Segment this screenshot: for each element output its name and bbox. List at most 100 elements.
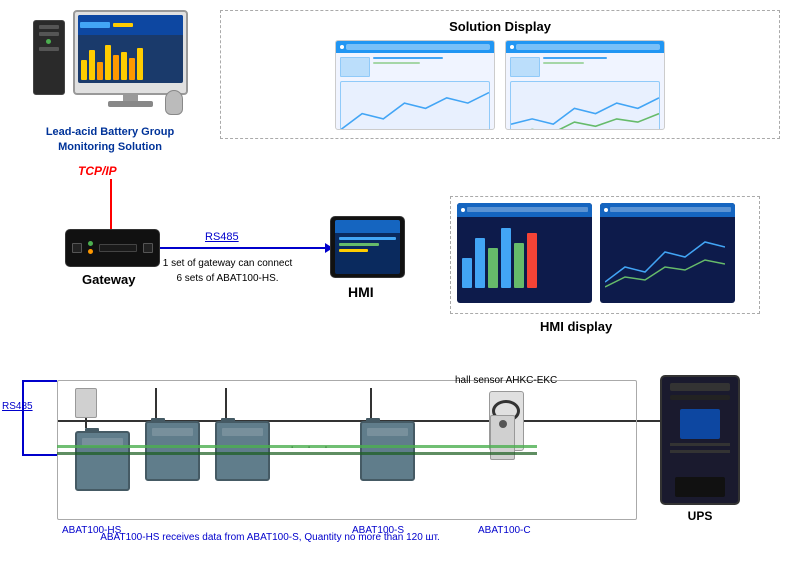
ups-detail-4	[670, 450, 730, 453]
battery-chart	[462, 222, 587, 292]
hmi-line3	[339, 249, 368, 252]
abat100-hs-sensor	[75, 388, 97, 418]
green-wire-top	[57, 445, 537, 448]
dot3	[604, 208, 608, 212]
tower-disk	[39, 32, 59, 36]
hmi-display-screen-2	[600, 203, 735, 303]
rs485-bottom-label: RS485	[2, 400, 33, 414]
battery-body-1	[75, 428, 130, 491]
product-label: Lead-acid Battery Group Monitoring Solut…	[20, 125, 200, 156]
solution-display-area: Solution Display	[220, 10, 780, 139]
gw-port-2	[143, 243, 153, 253]
middle-section: TCP/IP Gateway RS485 1 set of gateway ca…	[20, 164, 780, 349]
bar6	[121, 52, 127, 80]
tcpip-line	[110, 179, 112, 229]
hmi-screen-header	[335, 220, 400, 233]
hmi-ds-body-1	[457, 217, 592, 297]
bar7	[129, 58, 135, 80]
abat100-hs-unit	[75, 388, 130, 491]
hmi-display-screen-1	[457, 203, 592, 303]
gw-leds	[88, 241, 93, 254]
tower-icon	[33, 20, 65, 95]
batt3-detail	[222, 428, 263, 436]
chart-bar6	[527, 233, 537, 288]
rs485-horiz-top	[22, 380, 57, 382]
hmi-line1	[339, 237, 396, 240]
solution-screen-1	[335, 40, 495, 130]
dot1	[461, 208, 465, 212]
ups-label: UPS	[660, 509, 740, 523]
rs485-label: RS485	[205, 231, 239, 243]
pc-illustration	[33, 10, 188, 115]
batt2-detail	[152, 428, 193, 436]
dot4	[610, 207, 731, 212]
ups-outlet	[675, 477, 725, 497]
bar5	[113, 55, 119, 80]
chart-bar3	[488, 248, 498, 288]
chart-bar5	[514, 243, 524, 288]
dot2	[467, 207, 588, 212]
sol-header-2	[506, 41, 664, 53]
batt-body-1	[75, 431, 130, 491]
gateway-device	[65, 229, 160, 267]
gw-led-green	[88, 241, 93, 246]
ups-detail-1	[670, 383, 730, 391]
gateway-info: 1 set of gateway can connect 6 sets of A…	[160, 256, 295, 286]
sol-dot	[340, 45, 344, 49]
solution-display-title: Solution Display	[229, 19, 771, 34]
hmi-screen	[335, 220, 400, 274]
chart-bar2	[475, 238, 485, 288]
hmi-display-box	[450, 196, 760, 314]
sol-body-1	[336, 53, 494, 130]
abat100-c-detail	[499, 420, 507, 428]
gateway-label: Gateway	[82, 272, 135, 287]
bus-to-ups-line	[637, 420, 662, 422]
hmi-ds-header-2	[600, 203, 735, 217]
hmi-ds-header-1	[457, 203, 592, 217]
batt3-body	[215, 421, 270, 481]
battN-wire	[370, 388, 372, 418]
batt3-wire	[225, 388, 227, 418]
hmi-graph-svg	[605, 222, 725, 294]
solution-screens	[229, 40, 771, 130]
sol-body-2	[506, 53, 664, 130]
chart-bar1	[462, 258, 472, 288]
battN-body	[360, 421, 415, 481]
abat100-c-label: ABAT100-C	[478, 525, 531, 536]
bar8	[137, 48, 143, 80]
solution-screen-2	[505, 40, 665, 130]
sol-dot-2	[510, 45, 514, 49]
left-product: Lead-acid Battery Group Monitoring Solut…	[20, 10, 200, 156]
sol-header-1	[336, 41, 494, 53]
bar2	[89, 50, 95, 80]
rs485-line	[160, 247, 325, 249]
hmi-display-label: HMI display	[540, 319, 612, 334]
bar3	[97, 62, 103, 80]
ups-detail-3	[670, 443, 730, 446]
ups-display	[680, 409, 720, 439]
gw-port-1	[72, 243, 82, 253]
dots-separator: . . .	[290, 435, 332, 453]
battery-unit-2	[145, 388, 200, 481]
top-section: Lead-acid Battery Group Monitoring Solut…	[0, 0, 800, 156]
hmi-device	[330, 216, 405, 278]
chart-bar4	[501, 228, 511, 288]
tower-disk3	[39, 47, 59, 51]
sol-graph-2	[510, 81, 660, 130]
tower-disk	[39, 25, 59, 29]
gw-bar	[99, 244, 137, 252]
hall-sensor-label: hall sensor AHKC-EKC	[455, 375, 557, 386]
monitor-inner	[78, 15, 183, 83]
batt2-wire	[155, 388, 157, 418]
gw-led-orange	[88, 249, 93, 254]
monitor-screen-main	[78, 35, 183, 83]
hmi-screen-content	[335, 233, 400, 256]
hmi-display-screens	[451, 197, 759, 309]
bar4	[105, 45, 111, 80]
sensor-wire-1	[85, 418, 87, 428]
batt2-body	[145, 421, 200, 481]
monitor-screen-top	[78, 15, 183, 35]
ups-detail-2	[670, 395, 730, 400]
monitor-frame	[73, 10, 188, 95]
ups-area: UPS	[660, 375, 740, 523]
